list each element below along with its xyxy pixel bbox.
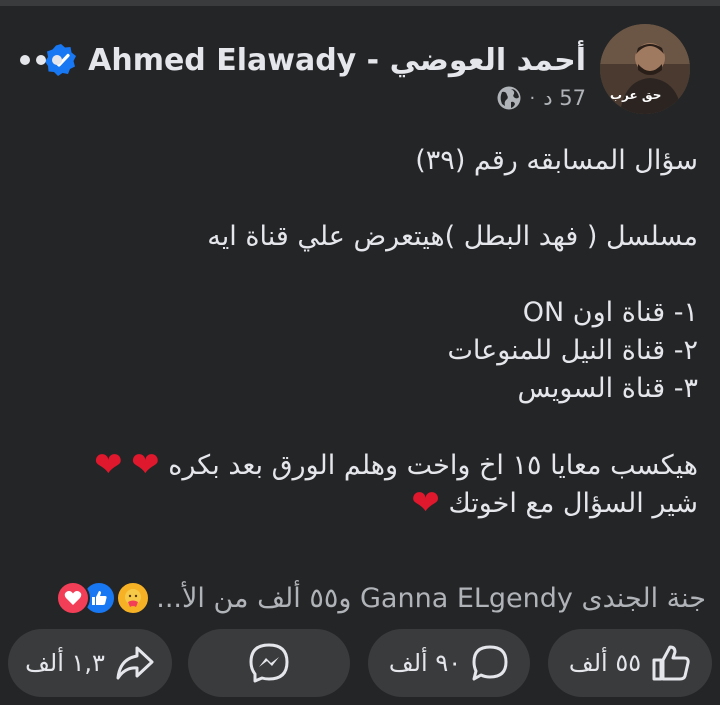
more-dots-icon	[20, 55, 62, 65]
heart-reaction-icon	[56, 581, 91, 615]
care-reaction-icon	[116, 581, 151, 615]
comment-icon	[472, 645, 508, 681]
action-bar: ٥٥ ألف ٩٠ ألف ١,٣ ألف	[0, 627, 720, 705]
like-button[interactable]: ٥٥ ألف	[548, 629, 712, 697]
meta-separator: ·	[529, 87, 536, 109]
avatar-caption: حق عرب	[610, 88, 662, 102]
post-line: ٣- قناة السويس	[517, 373, 698, 404]
share-count: ١,٣ ألف	[25, 649, 105, 677]
post-line-with-hearts: هيكسب معايا ١٥ اخ واخت وهلم الورق بعد بك…	[18, 446, 698, 484]
post-line	[18, 256, 698, 294]
reaction-icons	[56, 581, 151, 615]
like-icon	[652, 645, 690, 681]
author-name[interactable]: Ahmed Elawady - أحمد العوضي	[88, 43, 586, 78]
post-line: سؤال المسابقه رقم (٣٩)	[415, 145, 698, 176]
reactions-text[interactable]: جنة الجندى Ganna ELgendy و٥٥ ألف من الأ.…	[156, 583, 706, 614]
avatar[interactable]: حق عرب	[600, 24, 690, 114]
post-line-with-heart: شير السؤال مع اخوتك ❤	[18, 484, 698, 522]
reactions-summary[interactable]: جنة الجندى Ganna ELgendy و٥٥ ألف من الأ.…	[56, 578, 706, 618]
heart-emoji-icon: ❤	[94, 445, 123, 485]
heart-emoji-icon: ❤	[131, 445, 160, 485]
top-divider	[0, 0, 720, 6]
comment-button[interactable]: ٩٠ ألف	[368, 629, 530, 697]
heart-emoji-icon: ❤	[411, 483, 440, 523]
post-line: ٢- قناة النيل للمنوعات	[447, 335, 698, 366]
share-icon	[116, 646, 154, 680]
post-line: شير السؤال مع اخوتك	[448, 488, 698, 519]
messenger-send-button[interactable]	[188, 629, 350, 697]
post-line: هيكسب معايا ١٥ اخ واخت وهلم الورق بعد بك…	[168, 450, 698, 481]
comment-count: ٩٠ ألف	[388, 649, 462, 677]
post-time[interactable]: 57 د	[543, 86, 586, 110]
post-meta: · 57 د	[496, 84, 586, 112]
share-button[interactable]: ١,٣ ألف	[8, 629, 172, 697]
like-count: ٥٥ ألف	[568, 649, 642, 677]
post-author-row: Ahmed Elawady - أحمد العوضي	[44, 38, 586, 82]
messenger-icon	[249, 643, 289, 683]
more-options-button[interactable]	[18, 44, 64, 76]
post-line	[18, 408, 698, 446]
post-line: مسلسل ( فهد البطل )هيتعرض علي قناة ايه	[207, 221, 698, 252]
post-body: سؤال المسابقه رقم (٣٩) مسلسل ( فهد البطل…	[18, 142, 698, 522]
post-line: ١- قناة اون ON	[522, 297, 698, 328]
globe-icon[interactable]	[496, 85, 522, 111]
post-line	[18, 180, 698, 218]
